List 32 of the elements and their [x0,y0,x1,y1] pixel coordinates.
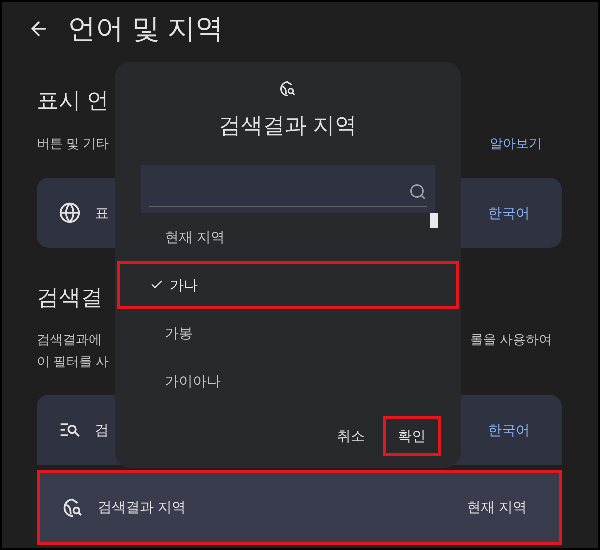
setting-value: 한국어 [488,420,530,440]
setting-label: 표 [95,204,109,222]
section-heading: 표시 언 [37,86,110,114]
section-description: 롤을 사용하여 [470,331,552,350]
region-option[interactable]: 가나 [117,261,459,309]
region-option[interactable]: 현재 지역 [115,213,461,261]
search-icon [409,182,427,200]
region-option[interactable]: 가봉 [115,309,461,357]
section-heading: 검색결 [37,284,103,312]
setting-value: 한국어 [488,204,530,222]
setting-value: 현재 지역 [467,498,527,517]
dialog-title: 검색결과 지역 [218,112,358,140]
section-description: 이 필터를 사 [37,353,110,372]
search-field[interactable] [141,165,435,213]
learn-more-link[interactable]: 알아보기 [490,134,542,154]
region-option[interactable]: 가이아나 [115,357,461,405]
globe-search-icon [279,80,297,98]
section-description: 버튼 및 기타 [37,135,110,154]
globe-icon [59,202,81,224]
dialog-button[interactable]: 취소 [325,416,377,456]
section-description: 검색결과에 [37,331,102,350]
dialog-button[interactable]: 확인 [383,416,441,456]
option-label: 현재 지역 [165,228,225,246]
globe-search-icon [62,496,84,518]
option-label: 가나 [170,276,198,294]
option-label: 가이아나 [165,372,221,390]
page-title: 언어 및 지역 [68,12,224,46]
scrollbar-thumb[interactable] [430,213,438,228]
option-label: 가봉 [165,324,193,342]
setting-label: 검 [95,420,109,440]
setting-label: 검색결과 지역 [98,498,186,517]
setting-row[interactable]: 검색결과 지역 현재 지역 [37,470,562,545]
